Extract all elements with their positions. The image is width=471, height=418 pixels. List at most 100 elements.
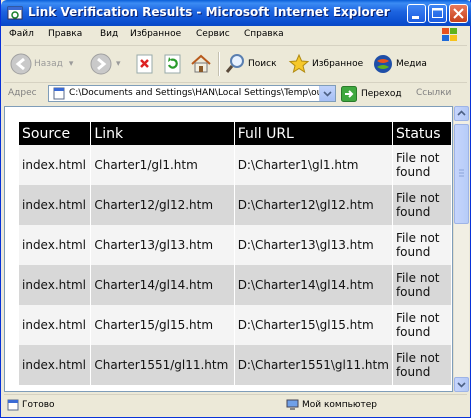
go-label: Переход — [361, 89, 402, 99]
refresh-button[interactable] — [162, 50, 184, 78]
media-icon — [374, 55, 392, 73]
menu-edit[interactable]: Правка — [48, 29, 82, 39]
cell-source: index.html — [19, 345, 92, 385]
cell-full-url: D:\Charter13\gl13.htm — [234, 225, 393, 265]
page-done-icon — [7, 399, 19, 411]
media-button[interactable]: Медиа — [372, 50, 427, 78]
cell-link: Charter13/gl13.htm — [90, 225, 235, 265]
cell-source: index.html — [19, 305, 92, 345]
back-button[interactable]: Назад ▾ — [10, 50, 73, 78]
page-content: Source Link Full URL Status index.html C… — [4, 106, 453, 392]
home-button[interactable] — [190, 50, 212, 78]
page-icon — [53, 87, 65, 100]
security-zone-text: Мой компьютер — [302, 400, 377, 410]
cell-full-url: D:\Charter14\gl14.htm — [234, 265, 393, 305]
table-row: index.html Charter12/gl12.htm D:\Charter… — [19, 185, 452, 225]
back-dropdown-icon[interactable]: ▾ — [69, 59, 74, 69]
menu-help[interactable]: Справка — [244, 29, 284, 39]
cell-link: Charter14/gl14.htm — [90, 265, 235, 305]
cell-status: File not found — [392, 305, 452, 345]
column-header-status: Status — [392, 122, 452, 145]
maximize-button[interactable] — [428, 4, 447, 23]
cell-status: File not found — [392, 145, 452, 185]
back-label: Назад — [34, 59, 63, 69]
cell-source: index.html — [19, 185, 92, 225]
column-header-full-url: Full URL — [234, 122, 393, 145]
menu-file[interactable]: Файл — [9, 29, 34, 39]
menu-bar: Файл Правка Вид Избранное Сервис Справка — [4, 26, 467, 46]
menu-view[interactable]: Вид — [100, 29, 118, 39]
maximize-icon — [432, 8, 443, 18]
stop-button[interactable] — [134, 50, 156, 78]
cell-full-url: D:\Charter12\gl12.htm — [234, 185, 393, 225]
search-label: Поиск — [248, 59, 277, 69]
menu-tools[interactable]: Сервис — [196, 29, 230, 39]
scroll-thumb[interactable] — [454, 124, 469, 224]
cell-status: File not found — [392, 185, 452, 225]
search-icon — [225, 54, 244, 73]
address-dropdown-button[interactable] — [319, 86, 335, 101]
cell-link: Charter12/gl12.htm — [90, 185, 235, 225]
refresh-icon — [164, 54, 181, 74]
cell-link: Charter1551/gl11.htm — [90, 345, 235, 385]
cell-link: Charter1/gl1.htm — [90, 145, 235, 185]
status-text: Готово — [22, 400, 55, 410]
cell-status: File not found — [392, 345, 452, 385]
go-button[interactable]: Переход — [341, 86, 402, 102]
cell-full-url: D:\Charter1551\gl11.htm — [234, 345, 393, 385]
media-label: Медиа — [396, 59, 427, 69]
address-input[interactable]: C:\Documents and Settings\HAN\Local Sett… — [48, 85, 336, 102]
status-bar: Готово Мой компьютер — [4, 394, 467, 415]
cell-source: index.html — [19, 225, 92, 265]
forward-arrow-icon — [90, 53, 112, 75]
cell-source: index.html — [19, 145, 92, 185]
favorites-label: Избранное — [312, 59, 364, 69]
scroll-down-button[interactable] — [454, 377, 469, 392]
menu-favorites[interactable]: Избранное — [130, 29, 181, 39]
scroll-up-button[interactable] — [454, 106, 469, 121]
chevron-down-icon — [323, 91, 332, 97]
my-computer-icon — [286, 399, 299, 410]
favorites-star-icon — [288, 53, 310, 74]
minimize-button[interactable] — [407, 4, 426, 23]
search-button[interactable]: Поиск — [224, 50, 277, 78]
title-bar[interactable]: Link Verification Results - Microsoft In… — [1, 0, 471, 26]
table-row: index.html Charter13/gl13.htm D:\Charter… — [19, 225, 452, 265]
vertical-scrollbar[interactable] — [453, 106, 469, 392]
address-label: Адрес — [8, 88, 37, 98]
address-bar: Адрес C:\Documents and Settings\HAN\Loca… — [4, 83, 467, 105]
minimize-icon — [412, 16, 419, 19]
links-button[interactable]: Ссылки — [416, 88, 451, 98]
address-text: C:\Documents and Settings\HAN\Local Sett… — [69, 88, 332, 98]
stop-icon — [136, 54, 153, 74]
close-icon — [453, 8, 464, 19]
cell-source: index.html — [19, 265, 92, 305]
table-header-row: Source Link Full URL Status — [19, 122, 452, 145]
column-header-link: Link — [90, 122, 235, 145]
table-row: index.html Charter14/gl14.htm D:\Charter… — [19, 265, 452, 305]
forward-button[interactable]: ▾ — [90, 50, 121, 78]
results-table: Source Link Full URL Status index.html C… — [19, 122, 452, 385]
cell-status: File not found — [392, 265, 452, 305]
column-header-source: Source — [19, 122, 92, 145]
windows-logo-icon — [442, 28, 457, 41]
table-row: index.html Charter1/gl1.htm D:\Charter1\… — [19, 145, 452, 185]
standard-toolbar: Назад ▾ ▾ Поиск Избранное Медиа — [4, 46, 467, 83]
go-arrow-icon — [341, 86, 357, 102]
cell-link: Charter15/gl15.htm — [90, 305, 235, 345]
forward-dropdown-icon[interactable]: ▾ — [116, 59, 121, 69]
internet-explorer-icon — [7, 6, 23, 20]
favorites-button[interactable]: Избранное — [288, 50, 363, 78]
ie-window: Link Verification Results - Microsoft In… — [0, 0, 471, 418]
grip-icon — [459, 169, 464, 177]
chevron-up-icon — [457, 110, 466, 116]
cell-status: File not found — [392, 225, 452, 265]
close-button[interactable] — [449, 4, 468, 23]
table-row: index.html Charter15/gl15.htm D:\Charter… — [19, 305, 452, 345]
cell-full-url: D:\Charter1\gl1.htm — [234, 145, 393, 185]
window-title: Link Verification Results - Microsoft In… — [28, 5, 390, 19]
toolbar-separator — [218, 52, 220, 76]
home-icon — [191, 54, 211, 73]
cell-full-url: D:\Charter15\gl15.htm — [234, 305, 393, 345]
back-arrow-icon — [10, 53, 32, 75]
